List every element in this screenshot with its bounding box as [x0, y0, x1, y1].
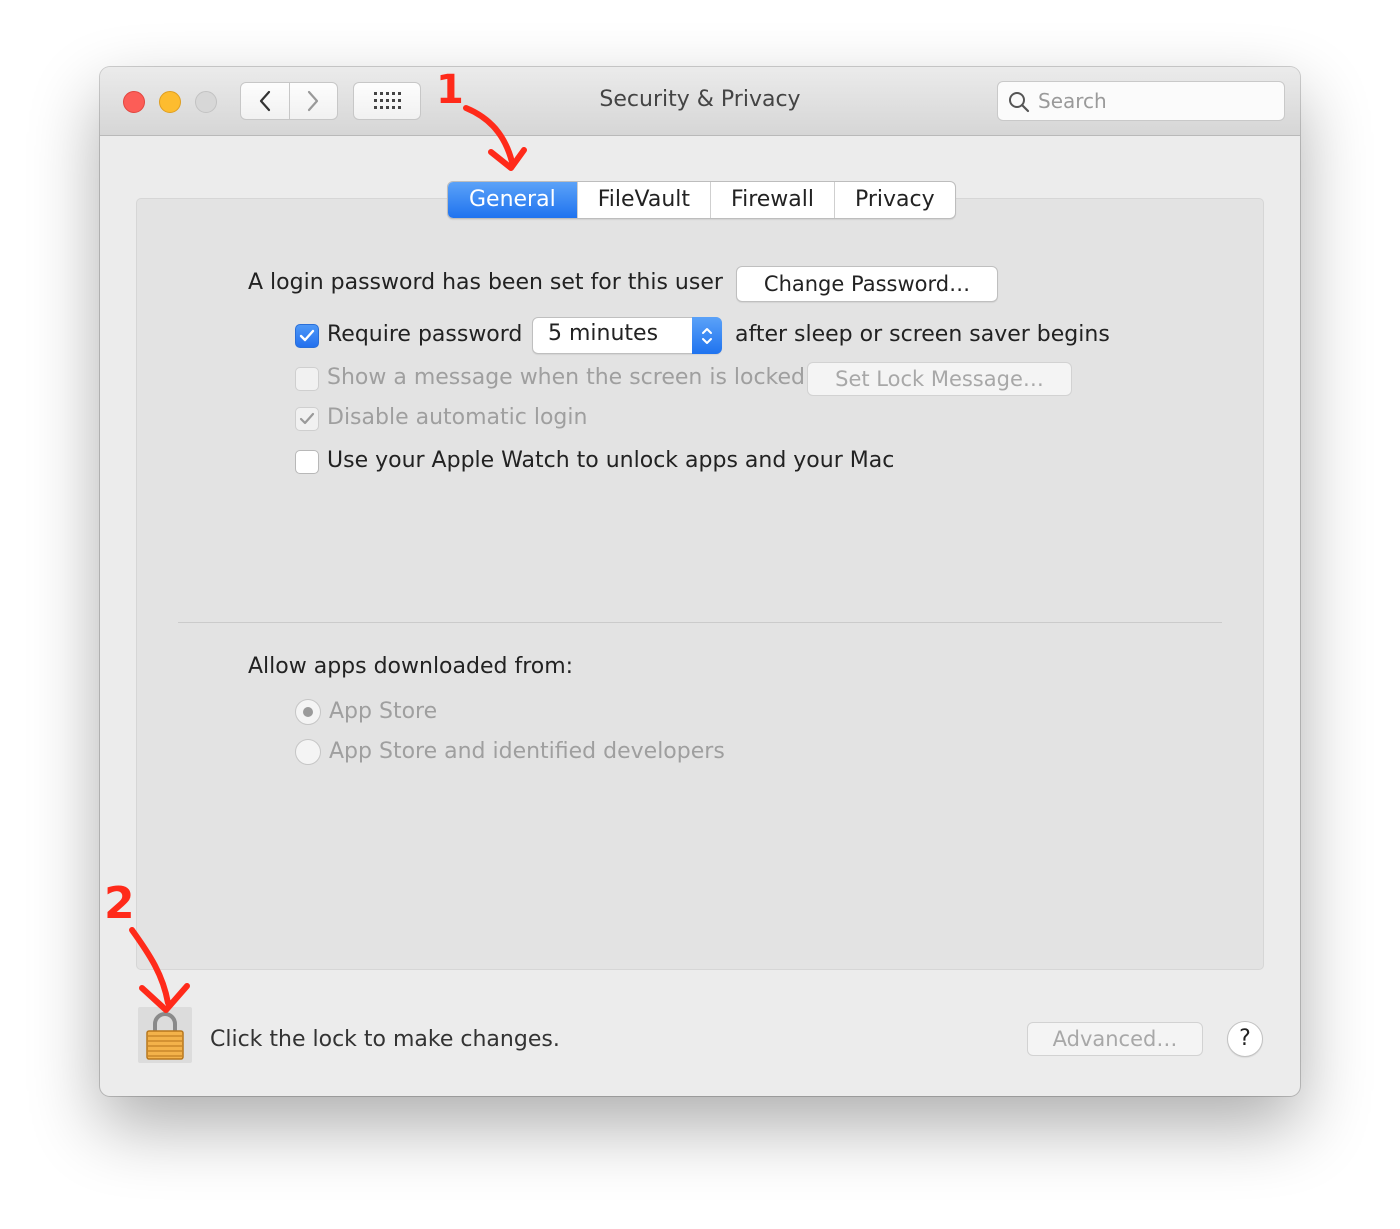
tab-privacy[interactable]: Privacy [834, 182, 955, 218]
minimize-window-button[interactable] [159, 91, 181, 113]
help-button[interactable]: ? [1227, 1021, 1263, 1057]
select-arrows [692, 317, 722, 354]
general-panel [136, 198, 1264, 970]
search-icon [1009, 92, 1030, 113]
checkmark-icon [299, 412, 315, 425]
apple-watch-label: Use your Apple Watch to unlock apps and … [327, 448, 895, 473]
allow-apps-heading: Allow apps downloaded from: [248, 654, 574, 679]
require-password-checkbox[interactable] [295, 324, 319, 348]
window-title: Security & Privacy [599, 87, 801, 112]
tab-firewall[interactable]: Firewall [710, 182, 834, 218]
security-privacy-window: Security & Privacy General FileVault Fir… [100, 67, 1300, 1096]
disable-auto-login-checkbox[interactable] [295, 407, 319, 431]
tab-general[interactable]: General [448, 182, 577, 218]
checkmark-icon [299, 329, 315, 342]
show-message-checkbox[interactable] [295, 367, 319, 391]
app-store-identified-label: App Store and identified developers [329, 739, 725, 764]
change-password-button[interactable]: Change Password… [736, 266, 998, 302]
section-divider [178, 622, 1222, 623]
search-field[interactable] [997, 81, 1285, 121]
padlock-icon [138, 1007, 192, 1063]
disable-auto-login-label: Disable automatic login [327, 405, 588, 430]
back-button[interactable] [241, 83, 289, 119]
apple-watch-checkbox[interactable] [295, 450, 319, 474]
advanced-button[interactable]: Advanced… [1027, 1022, 1203, 1056]
after-sleep-label: after sleep or screen saver begins [735, 322, 1110, 347]
radio-app-store-identified[interactable] [295, 739, 321, 765]
lock-button[interactable] [138, 1007, 192, 1063]
login-password-status: A login password has been set for this u… [248, 270, 723, 295]
delay-value: 5 minutes [548, 321, 659, 346]
radio-selected-dot [303, 707, 313, 717]
show-message-label: Show a message when the screen is locked [327, 365, 806, 390]
tab-bar: General FileVault Firewall Privacy [447, 181, 956, 219]
app-store-label: App Store [329, 699, 438, 724]
require-password-label: Require password [327, 322, 523, 347]
show-all-button[interactable] [353, 82, 421, 120]
set-lock-message-button[interactable]: Set Lock Message… [807, 362, 1072, 396]
forward-button[interactable] [288, 83, 338, 119]
radio-app-store[interactable] [295, 699, 321, 725]
nav-group [240, 82, 338, 120]
titlebar: Security & Privacy [100, 67, 1300, 136]
chevron-left-icon [259, 90, 270, 112]
require-password-delay-select[interactable]: 5 minutes [532, 317, 722, 354]
search-input[interactable] [1038, 86, 1273, 116]
chevron-up-down-icon [702, 327, 712, 344]
tab-filevault[interactable]: FileVault [576, 182, 710, 218]
chevron-right-icon [308, 90, 319, 112]
close-window-button[interactable] [123, 91, 145, 113]
zoom-window-button[interactable] [195, 91, 217, 113]
grid-icon [374, 92, 401, 109]
lock-hint-text: Click the lock to make changes. [210, 1027, 560, 1052]
